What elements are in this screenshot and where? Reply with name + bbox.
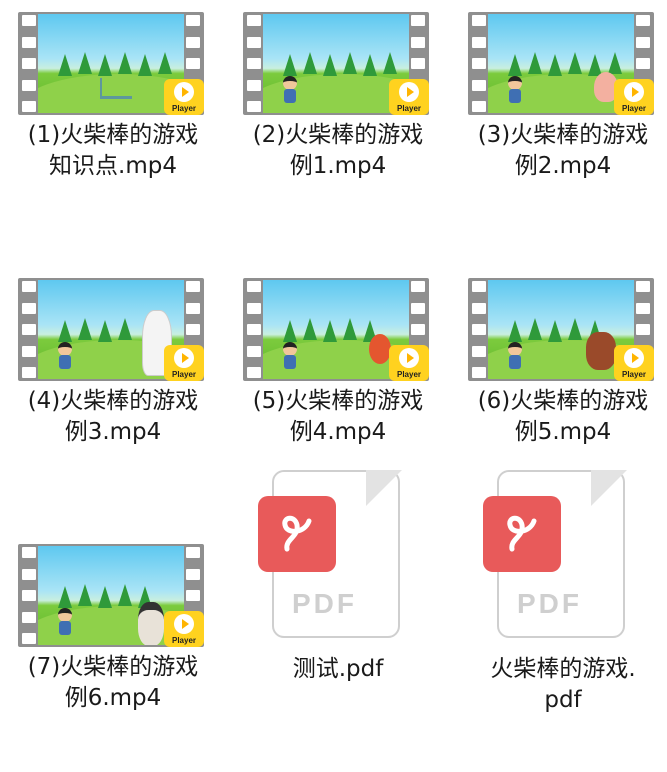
video-thumbnail-icon: Player	[18, 544, 204, 647]
file-name: (1)火柴棒的游戏 知识点.mp4	[27, 122, 199, 179]
pdf-logo-icon	[258, 496, 336, 572]
player-badge: Player	[614, 345, 654, 381]
file-item-video-2[interactable]: Player (2)火柴棒的游戏 例1.mp4	[225, 0, 435, 240]
file-grid: Player (1)火柴棒的游戏 知识点.mp4 Player (2)火柴棒的游…	[0, 0, 667, 733]
file-item-pdf-1[interactable]: PDF 测试.pdf	[225, 468, 435, 708]
file-item-pdf-2[interactable]: PDF 火柴棒的游戏. pdf	[450, 468, 660, 713]
video-thumbnail-icon: Player	[243, 12, 429, 115]
video-thumbnail-icon: Player	[18, 12, 204, 115]
pdf-file-icon: PDF	[483, 470, 627, 640]
file-name: (6)火柴棒的游戏 例5.mp4	[477, 388, 649, 445]
file-name: (4)火柴棒的游戏 例3.mp4	[27, 388, 199, 445]
file-name: (5)火柴棒的游戏 例4.mp4	[252, 388, 424, 445]
player-badge: Player	[164, 79, 204, 115]
video-thumbnail-icon: Player	[468, 12, 654, 115]
file-name: 火柴棒的游戏. pdf	[490, 656, 636, 713]
player-badge: Player	[164, 345, 204, 381]
video-thumbnail-icon: Player	[468, 278, 654, 381]
play-icon	[174, 82, 194, 102]
player-badge: Player	[614, 79, 654, 115]
file-name: 测试.pdf	[292, 656, 384, 682]
file-item-video-4[interactable]: Player (4)火柴棒的游戏 例3.mp4	[0, 266, 210, 506]
pdf-label: PDF	[292, 588, 357, 619]
play-icon	[624, 348, 644, 368]
player-badge: Player	[389, 345, 429, 381]
pdf-file-icon: PDF	[258, 470, 402, 640]
video-thumbnail-icon: Player	[18, 278, 204, 381]
player-badge: Player	[389, 79, 429, 115]
player-badge: Player	[164, 611, 204, 647]
play-icon	[174, 614, 194, 634]
play-icon	[174, 348, 194, 368]
file-name: (7)火柴棒的游戏 例6.mp4	[27, 654, 199, 711]
pdf-logo-icon	[483, 496, 561, 572]
video-thumbnail-icon: Player	[243, 278, 429, 381]
file-item-video-7[interactable]: Player (7)火柴棒的游戏 例6.mp4	[0, 532, 210, 772]
file-item-video-1[interactable]: Player (1)火柴棒的游戏 知识点.mp4	[0, 0, 210, 240]
pdf-label: PDF	[517, 588, 582, 619]
play-icon	[624, 82, 644, 102]
file-name: (2)火柴棒的游戏 例1.mp4	[252, 122, 424, 179]
file-name: (3)火柴棒的游戏 例2.mp4	[477, 122, 649, 179]
file-item-video-3[interactable]: Player (3)火柴棒的游戏 例2.mp4	[450, 0, 660, 240]
play-icon	[399, 348, 419, 368]
play-icon	[399, 82, 419, 102]
